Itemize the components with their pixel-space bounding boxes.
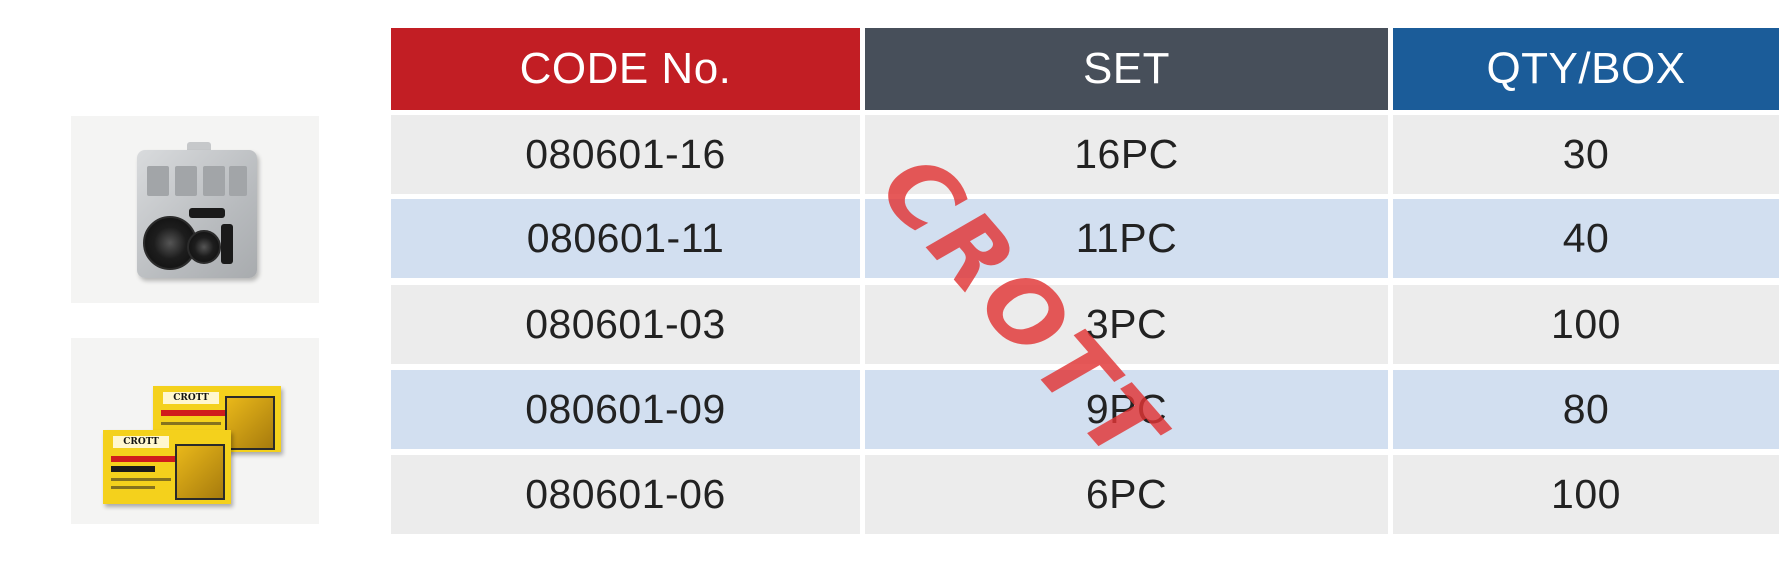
arbor xyxy=(189,208,225,218)
cell-qty: 100 xyxy=(1393,285,1779,364)
retail-box-photo: CROTT CROTT xyxy=(71,338,319,524)
cell-set: 9PC xyxy=(865,370,1388,449)
arbor xyxy=(221,224,233,264)
box-brand-label: CROTT xyxy=(113,436,169,448)
cell-qty: 100 xyxy=(1393,455,1779,534)
cell-qty: 30 xyxy=(1393,115,1779,194)
retail-box: CROTT xyxy=(103,430,231,504)
product-spec-sheet: CROTT CROTT CODE No. SET QTY/BOX 080601-… xyxy=(0,0,1787,577)
cell-code: 080601-16 xyxy=(391,115,860,194)
box-brand-label: CROTT xyxy=(163,392,219,404)
cell-set: 16PC xyxy=(865,115,1388,194)
cell-code: 080601-11 xyxy=(391,199,860,278)
cell-code: 080601-09 xyxy=(391,370,860,449)
cell-qty: 80 xyxy=(1393,370,1779,449)
cell-set: 6PC xyxy=(865,455,1388,534)
header-code-no: CODE No. xyxy=(391,28,860,110)
header-set: SET xyxy=(865,28,1388,110)
header-qty-box: QTY/BOX xyxy=(1393,28,1779,110)
cell-code: 080601-03 xyxy=(391,285,860,364)
cell-set: 3PC xyxy=(865,285,1388,364)
cell-qty: 40 xyxy=(1393,199,1779,278)
hole-saw xyxy=(187,230,221,264)
hole-saw-case-photo xyxy=(71,116,319,303)
cell-code: 080601-06 xyxy=(391,455,860,534)
case-body xyxy=(137,150,257,278)
cell-set: 11PC xyxy=(865,199,1388,278)
